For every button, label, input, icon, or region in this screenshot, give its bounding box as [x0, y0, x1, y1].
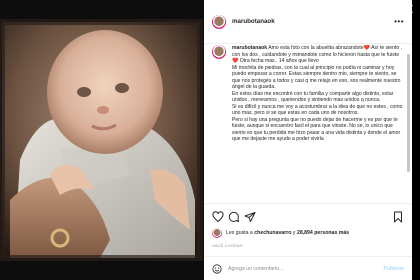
post-panel: marubotanaok ••• marubotanaok Amo esta f…: [204, 0, 412, 280]
baby-photo: [0, 0, 204, 280]
publish-button[interactable]: Publicar: [384, 266, 404, 272]
caption-p1: Mi mochila de piedras, con la cual al pr…: [232, 64, 402, 91]
emoji-icon[interactable]: [212, 264, 222, 274]
caption-text: marubotanaok Amo esta foto con la abueli…: [232, 45, 404, 143]
likes-row: Les gusta a chechunavarro y 28,894 perso…: [212, 228, 349, 238]
share-icon[interactable]: [244, 211, 256, 223]
caption-row: marubotanaok Amo esta foto con la abueli…: [204, 45, 412, 143]
post-timestamp[interactable]: HACE 4 HORAS: [212, 244, 243, 248]
caption-paragraph: marubotanaok Amo esta foto con la abueli…: [232, 45, 404, 65]
more-icon[interactable]: •••: [394, 18, 404, 26]
action-bar: Les gusta a chechunavarro y 28,894 perso…: [204, 203, 412, 279]
bookmark-icon[interactable]: [392, 211, 404, 223]
heart-icon[interactable]: [212, 211, 224, 223]
comment-icon[interactable]: [228, 211, 240, 223]
likes-prefix: Les gusta a: [226, 230, 255, 236]
action-icons: [212, 211, 404, 223]
caption-p4: Pero si hay una pregunta que no puedo de…: [232, 116, 402, 143]
caption-username[interactable]: marubotanaok: [232, 45, 267, 51]
comment-bar: Publicar: [204, 256, 412, 280]
caption-avatar[interactable]: [212, 45, 226, 59]
likes-text: Les gusta a chechunavarro y 28,894 perso…: [226, 230, 349, 236]
post-image[interactable]: [0, 0, 204, 280]
liker-avatar[interactable]: [212, 228, 222, 238]
caption-p3: Si es difícil y nunca me voy a acostumbr…: [232, 103, 404, 117]
scrollbar[interactable]: [407, 54, 410, 172]
author-username[interactable]: marubotanaok: [232, 18, 275, 25]
caption-area: marubotanaok Amo esta foto con la abueli…: [204, 45, 412, 203]
caption-p2: En estos días me encontré con tu familia…: [232, 90, 395, 104]
post-header: marubotanaok •••: [204, 0, 412, 44]
likes-count[interactable]: 28,894 personas más: [297, 230, 349, 236]
liker-username[interactable]: chechunavarro: [254, 230, 291, 236]
post-modal: marubotanaok ••• marubotanaok Amo esta f…: [0, 0, 412, 280]
avatar[interactable]: [212, 14, 226, 29]
comment-input[interactable]: [228, 263, 348, 275]
